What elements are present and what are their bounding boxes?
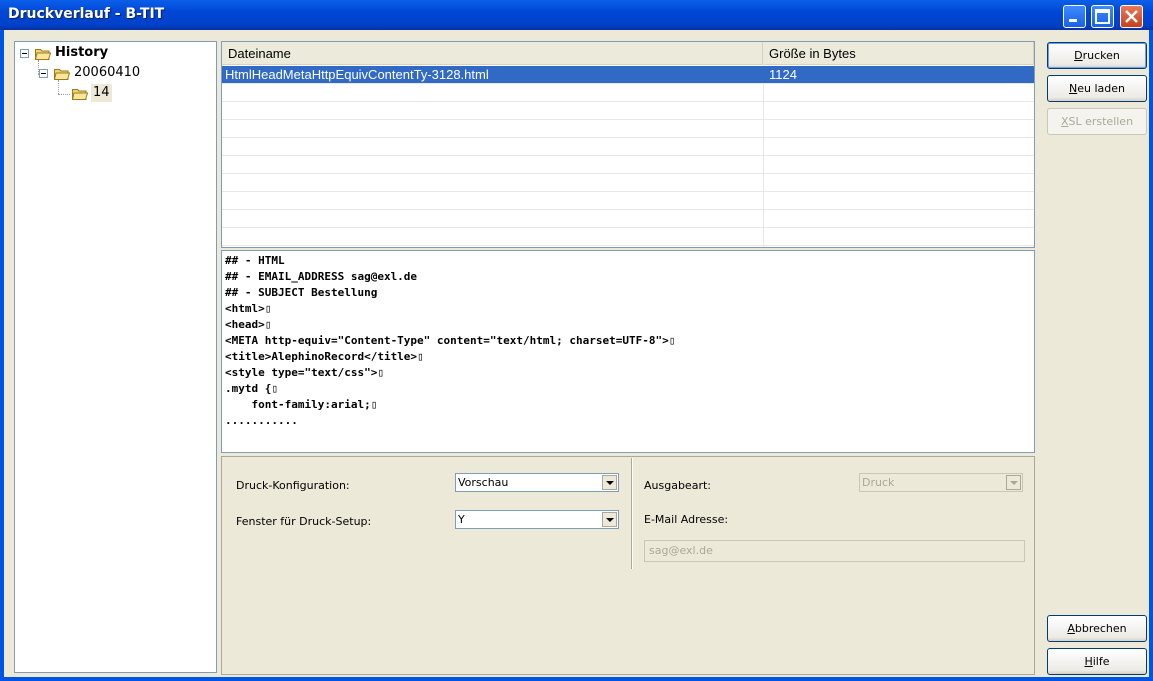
btn-text: eu laden xyxy=(1077,82,1125,95)
cancel-button[interactable]: Abbrechen xyxy=(1047,615,1147,642)
file-list[interactable]: Dateiname Größe in Bytes HtmlHeadMetaHtt… xyxy=(221,41,1035,248)
preview-line: <html>▯ xyxy=(225,302,272,315)
table-row-empty xyxy=(222,174,1034,192)
chevron-down-icon[interactable] xyxy=(602,512,617,527)
chevron-down-icon xyxy=(1006,475,1021,490)
preview-line: <style type="text/css">▯ xyxy=(225,366,384,379)
table-row-empty xyxy=(222,192,1034,210)
table-row[interactable]: HtmlHeadMetaHttpEquivContentTy-3128.html… xyxy=(222,66,1034,84)
preview-line: font-family:arial;▯ xyxy=(225,398,378,411)
collapse-toggle-icon[interactable] xyxy=(39,69,48,78)
btn-accel: H xyxy=(1084,655,1093,668)
preview-line: ## - EMAIL_ADDRESS sag@exl.de xyxy=(225,270,418,283)
tree-connector xyxy=(58,80,59,94)
list-header: Dateiname Größe in Bytes xyxy=(222,42,1034,65)
table-row-empty xyxy=(222,228,1034,246)
create-xsl-button[interactable]: XSL erstellen xyxy=(1047,108,1147,135)
output-type-value: Druck xyxy=(862,476,895,489)
print-config-label: Druck-Konfiguration: xyxy=(236,479,350,492)
print-setup-window-value: Y xyxy=(458,513,465,526)
print-button[interactable]: Drucken xyxy=(1047,42,1147,69)
print-setup-window-label: Fenster für Druck-Setup: xyxy=(236,515,372,528)
btn-text: bbrechen xyxy=(1074,622,1127,635)
chevron-down-icon[interactable] xyxy=(602,475,617,490)
preview-line: ## - HTML xyxy=(225,254,285,267)
preview-line: ........... xyxy=(225,414,298,427)
minimize-icon xyxy=(1069,19,1077,22)
tree-item-date[interactable]: 20060410 xyxy=(74,64,140,82)
preview-text: ## - HTML ## - EMAIL_ADDRESS sag@exl.de … xyxy=(225,253,675,429)
folder-open-icon xyxy=(72,89,88,100)
close-icon xyxy=(1125,10,1138,23)
preview-line: <title>AlephinoRecord</title>▯ xyxy=(225,350,424,363)
email-label: E-Mail Adresse: xyxy=(644,513,729,526)
print-config-select[interactable]: Vorschau xyxy=(455,473,619,492)
maximize-icon xyxy=(1095,9,1110,24)
table-row-empty xyxy=(222,156,1034,174)
help-button[interactable]: Hilfe xyxy=(1047,648,1147,675)
minimize-button[interactable] xyxy=(1063,5,1086,28)
title-bar[interactable]: Druckverlauf - B-TIT xyxy=(0,0,1153,30)
file-preview[interactable]: ## - HTML ## - EMAIL_ADDRESS sag@exl.de … xyxy=(221,250,1035,453)
table-row-empty xyxy=(222,120,1034,138)
btn-accel: N xyxy=(1069,82,1078,95)
preview-line: <head>▯ xyxy=(225,318,272,331)
window-title: Druckverlauf - B-TIT xyxy=(8,6,165,22)
table-row-empty xyxy=(222,210,1034,228)
column-header-filename[interactable]: Dateiname xyxy=(222,42,763,64)
print-config-value: Vorschau xyxy=(458,476,509,489)
file-name-cell: HtmlHeadMetaHttpEquivContentTy-3128.html xyxy=(225,67,489,82)
close-button[interactable] xyxy=(1120,5,1143,28)
output-type-select: Druck xyxy=(859,473,1023,492)
table-row-empty xyxy=(222,138,1034,156)
print-setup-window-select[interactable]: Y xyxy=(455,510,619,529)
history-tree[interactable]: History 20060410 14 xyxy=(14,41,217,673)
btn-text: rucken xyxy=(1082,49,1120,62)
tree-item-history[interactable]: History xyxy=(55,44,108,62)
folder-open-icon xyxy=(35,49,51,60)
print-history-window: Druckverlauf - B-TIT History 20060410 14… xyxy=(0,0,1153,681)
email-value: sag@exl.de xyxy=(649,544,713,557)
config-divider xyxy=(631,458,633,569)
preview-line: ## - SUBJECT Bestellung xyxy=(225,286,378,299)
email-field: sag@exl.de xyxy=(644,540,1025,562)
tree-connector xyxy=(58,94,70,95)
file-size-cell: 1124 xyxy=(769,67,797,82)
preview-line: <META http-equiv="Content-Type" content=… xyxy=(225,334,676,347)
output-type-label: Ausgabeart: xyxy=(644,479,711,492)
table-row-empty xyxy=(222,84,1034,102)
folder-open-icon xyxy=(54,69,70,80)
btn-text: SL erstellen xyxy=(1068,115,1134,128)
btn-accel: D xyxy=(1074,49,1083,62)
column-header-size[interactable]: Größe in Bytes xyxy=(763,42,1034,64)
reload-button[interactable]: Neu laden xyxy=(1047,75,1147,102)
table-row-empty xyxy=(222,102,1034,120)
maximize-button[interactable] xyxy=(1091,5,1114,28)
btn-text: ilfe xyxy=(1092,655,1110,668)
btn-accel: A xyxy=(1067,622,1075,635)
preview-line: .mytd {▯ xyxy=(225,382,278,395)
tree-item-14[interactable]: 14 xyxy=(91,84,112,102)
collapse-toggle-icon[interactable] xyxy=(20,49,29,58)
